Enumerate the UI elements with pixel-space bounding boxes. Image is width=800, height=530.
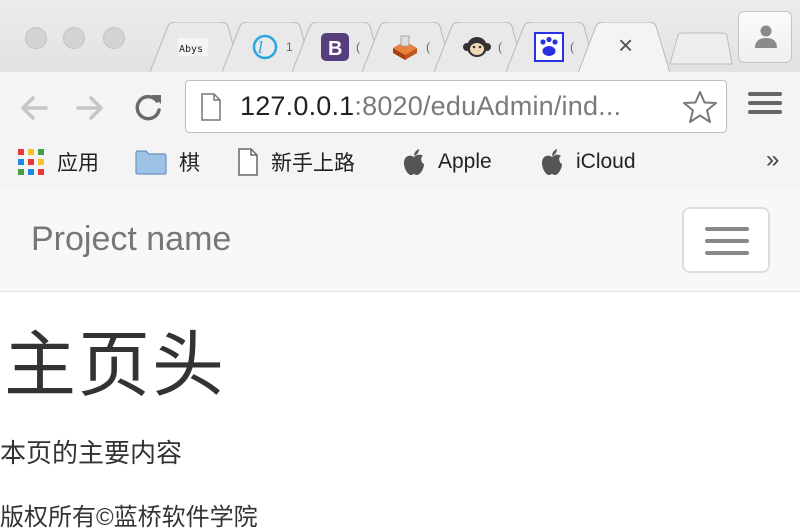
- url-path: :8020/eduAdmin/ind...: [354, 91, 622, 121]
- footer-copyright: 版权所有©蓝桥软件学院: [0, 504, 258, 530]
- bootstrap-icon: B: [321, 33, 349, 61]
- bookmark-apps[interactable]: 应用: [17, 145, 99, 179]
- tab-title: (: [356, 40, 360, 54]
- apple-icon: [404, 149, 424, 175]
- bookmark-label: 棋: [179, 152, 200, 175]
- monkey-icon: [463, 37, 491, 57]
- box-icon: [393, 35, 417, 60]
- close-window-button[interactable]: [25, 27, 47, 49]
- svg-text:Abys: Abys: [179, 44, 203, 55]
- minimize-window-button[interactable]: [63, 27, 85, 49]
- navbar-toggle-button[interactable]: [682, 207, 770, 273]
- hamburger-icon: [705, 227, 749, 231]
- tab-strip: Abys l 1 B ((((×: [0, 0, 800, 73]
- tab-title: (: [426, 40, 430, 54]
- close-icon[interactable]: ×: [618, 30, 633, 61]
- reload-icon[interactable]: [130, 90, 166, 126]
- forward-arrow-icon[interactable]: [72, 90, 108, 126]
- bookmark-label: 应用: [57, 152, 99, 175]
- svg-text:l: l: [258, 38, 263, 57]
- bookmark-getting-started[interactable]: 新手上路: [237, 145, 355, 179]
- bookmarks-bar: [0, 140, 800, 190]
- svg-text:B: B: [328, 38, 342, 60]
- bookmark-label: 新手上路: [271, 152, 355, 175]
- paw-icon: [534, 32, 564, 62]
- apple-icon: [542, 149, 562, 175]
- tab-title: (: [570, 40, 574, 54]
- bookmarks-overflow-icon[interactable]: »: [766, 146, 779, 174]
- browser-tab-active[interactable]: ×: [578, 22, 670, 73]
- bookmark-folder[interactable]: 棋: [135, 145, 200, 179]
- navbar-brand[interactable]: Project name: [31, 220, 231, 259]
- bookmark-label: iCloud: [576, 150, 636, 173]
- profile-button[interactable]: [738, 11, 792, 63]
- apps-grid-icon: [18, 149, 44, 175]
- page-icon: [201, 93, 221, 121]
- new-tab-button[interactable]: [668, 32, 734, 66]
- back-arrow-icon[interactable]: [16, 90, 52, 126]
- bookmark-star-icon[interactable]: [682, 90, 718, 124]
- main-content: 本页的主要内容: [0, 438, 183, 468]
- q-icon: l: [252, 34, 278, 60]
- url-host: 127.0.0.1: [240, 91, 355, 121]
- browser-chrome: Abys l 1 B ((((× 127.0.0.1:8020/eduA…: [0, 0, 800, 190]
- address-bar[interactable]: 127.0.0.1:8020/eduAdmin/ind...: [185, 80, 727, 133]
- url-text: 127.0.0.1:8020/eduAdmin/ind...: [240, 91, 621, 122]
- zoom-window-button[interactable]: [103, 27, 125, 49]
- bookmark-apple[interactable]: Apple: [402, 145, 492, 179]
- bookmark-label: Apple: [438, 150, 492, 173]
- bookmark-icloud[interactable]: iCloud: [540, 145, 636, 179]
- page-icon: [238, 148, 258, 176]
- browser-menu-icon[interactable]: [748, 92, 782, 122]
- folder-icon: [135, 150, 167, 175]
- tab-title: (: [498, 40, 502, 54]
- abys-icon: Abys: [178, 38, 208, 56]
- person-icon: [755, 25, 777, 48]
- page-heading: 主页头: [4, 326, 227, 406]
